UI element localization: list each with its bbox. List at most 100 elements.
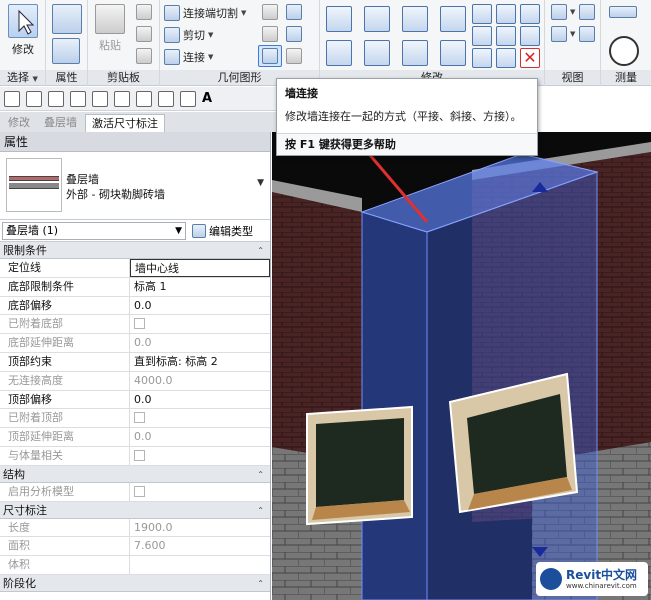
type-label: 外部 - 砌块勒脚砖墙 (66, 188, 165, 201)
match-properties-icon[interactable] (136, 48, 152, 64)
tag-icon[interactable] (180, 90, 196, 107)
mirror-axis-icon[interactable] (402, 6, 428, 32)
property-key: 底部偏移 (0, 296, 130, 315)
text-icon[interactable]: A (202, 91, 212, 106)
trim-multiple-icon[interactable] (496, 48, 516, 68)
properties-panel: 属性 (46, 0, 88, 86)
wall-joins-icon (262, 48, 278, 64)
window-left (306, 405, 413, 526)
measure-angle-icon[interactable] (609, 36, 639, 66)
property-group-header[interactable]: 结构 ⌃ (0, 465, 270, 483)
modify-button[interactable]: 修改 (4, 4, 42, 57)
properties-icon[interactable] (52, 38, 80, 64)
property-group-header[interactable]: 限制条件 ⌃ (0, 242, 270, 259)
collapse-chevron-icon[interactable]: ⌃ (257, 242, 264, 259)
property-row[interactable]: 顶部偏移 0.0 (0, 390, 270, 410)
chevron-down-icon: ▼ (175, 225, 182, 236)
pin-icon[interactable] (472, 48, 492, 68)
wall-joins-tooltip: 墙连接 修改墙连接在一起的方式（平接、斜接、方接）。 按 F1 键获得更多帮助 (276, 78, 538, 156)
hide-element-icon[interactable] (579, 4, 595, 20)
collapse-chevron-icon[interactable]: ⌃ (257, 502, 264, 519)
property-row[interactable]: 底部偏移 0.0 (0, 296, 270, 316)
property-value: 0.0 (134, 336, 152, 350)
paste-button[interactable]: 粘贴 (92, 4, 128, 53)
property-row[interactable]: 定位线 墙中心线 (0, 259, 270, 278)
chevron-down-icon[interactable]: ▼ (257, 178, 264, 188)
unpin-icon[interactable] (520, 4, 540, 24)
property-row: 顶部延伸距离 0.0 (0, 428, 270, 447)
redo-icon[interactable] (92, 90, 108, 107)
copy-element-icon[interactable] (364, 40, 390, 66)
property-row[interactable]: 顶部约束 直到标高: 标高 2 (0, 352, 270, 372)
property-key: 定位线 (0, 259, 130, 277)
open-icon[interactable] (4, 90, 20, 107)
linework-icon[interactable] (579, 26, 595, 42)
edit-type-label: 编辑类型 (209, 224, 253, 238)
property-value: 7.600 (134, 539, 166, 553)
move-icon[interactable] (326, 40, 352, 66)
remove-paint-icon[interactable] (286, 26, 302, 42)
rotate-icon[interactable] (402, 40, 428, 66)
type-selector[interactable]: 叠层墙 外部 - 砌块勒脚砖墙 ▼ (0, 152, 270, 220)
property-value[interactable]: 0.0 (130, 391, 270, 409)
scissors-icon[interactable] (136, 4, 152, 20)
collapse-chevron-icon[interactable]: ⌃ (257, 575, 264, 592)
measure-distance-icon[interactable] (609, 6, 637, 18)
scale-icon[interactable] (496, 26, 516, 46)
type-properties-icon[interactable] (52, 4, 82, 34)
property-key: 已附着顶部 (0, 409, 130, 428)
tab-modify[interactable]: 修改 (2, 114, 36, 132)
join-button[interactable]: 连接 ▼ (164, 47, 213, 67)
array-icon[interactable] (472, 26, 492, 46)
property-value[interactable]: 0.0 (130, 297, 270, 315)
split-icon[interactable] (472, 4, 492, 24)
tab-activate-dimensions[interactable]: 激活尺寸标注 (85, 114, 165, 132)
edit-type-button[interactable]: 编辑类型 (192, 223, 253, 239)
cope-button[interactable]: 连接端切割 ▼ (164, 3, 246, 23)
selected-wall-left-face[interactable] (361, 211, 428, 600)
instance-filter-select[interactable]: 叠层墙 (1) ▼ (2, 221, 186, 240)
trim-single-icon[interactable] (520, 26, 540, 46)
align-icon[interactable] (326, 6, 352, 32)
model-view[interactable] (272, 132, 651, 600)
print-icon[interactable] (114, 90, 130, 107)
trim-extend-icon[interactable] (440, 40, 466, 66)
property-row[interactable]: 底部限制条件 标高 1 (0, 277, 270, 297)
property-group-header[interactable]: 阶段化 ⌃ (0, 574, 270, 592)
collapse-chevron-icon[interactable]: ⌃ (257, 466, 264, 483)
property-value[interactable]: 墙中心线 (130, 259, 270, 277)
paint-icon[interactable] (286, 4, 302, 20)
property-value[interactable]: 标高 1 (130, 278, 270, 296)
property-row: 面积 7.600 (0, 537, 270, 557)
wall-join-alt-icon[interactable] (262, 26, 278, 42)
selected-wall-right-face[interactable] (426, 171, 598, 600)
dimension-icon[interactable] (158, 90, 174, 107)
property-key: 顶部约束 (0, 352, 130, 371)
save-icon[interactable] (26, 90, 42, 107)
offset-icon[interactable] (364, 6, 390, 32)
property-checkbox (130, 315, 270, 333)
property-group-label: 阶段化 (3, 576, 36, 590)
mirror-draw-icon[interactable] (440, 6, 466, 32)
delete-icon[interactable]: ✕ (520, 48, 540, 68)
wall-joins-button[interactable] (258, 45, 282, 67)
property-value[interactable]: 直到标高: 标高 2 (130, 353, 270, 371)
property-group-header[interactable]: 尺寸标注 ⌃ (0, 501, 270, 519)
measure-icon[interactable] (136, 90, 152, 107)
sync-icon[interactable] (48, 90, 64, 107)
chevron-down-icon: ▼ (208, 53, 214, 61)
override-graphics-icon[interactable] (551, 26, 567, 42)
split-gap-icon[interactable] (496, 4, 516, 24)
tab-stacked-wall[interactable]: 叠层墙 (38, 114, 83, 132)
undo-icon[interactable] (70, 90, 86, 107)
lightbulb-icon[interactable] (551, 4, 567, 20)
property-row: 启用分析模型 (0, 482, 270, 502)
properties-table: 限制条件 ⌃ 定位线 墙中心线 底部限制条件 标高 1 底部偏移 0.0 已附着底部 底部延伸距离… (0, 242, 270, 592)
property-checkbox (130, 483, 270, 501)
cut-button[interactable]: 剪切 ▼ (164, 25, 213, 45)
3d-viewport[interactable] (272, 132, 651, 600)
select-panel-label[interactable]: 选择 ▼ (0, 70, 45, 85)
copy-icon[interactable] (136, 26, 152, 42)
demolish-icon[interactable] (286, 48, 302, 64)
split-face-icon[interactable] (262, 4, 278, 20)
